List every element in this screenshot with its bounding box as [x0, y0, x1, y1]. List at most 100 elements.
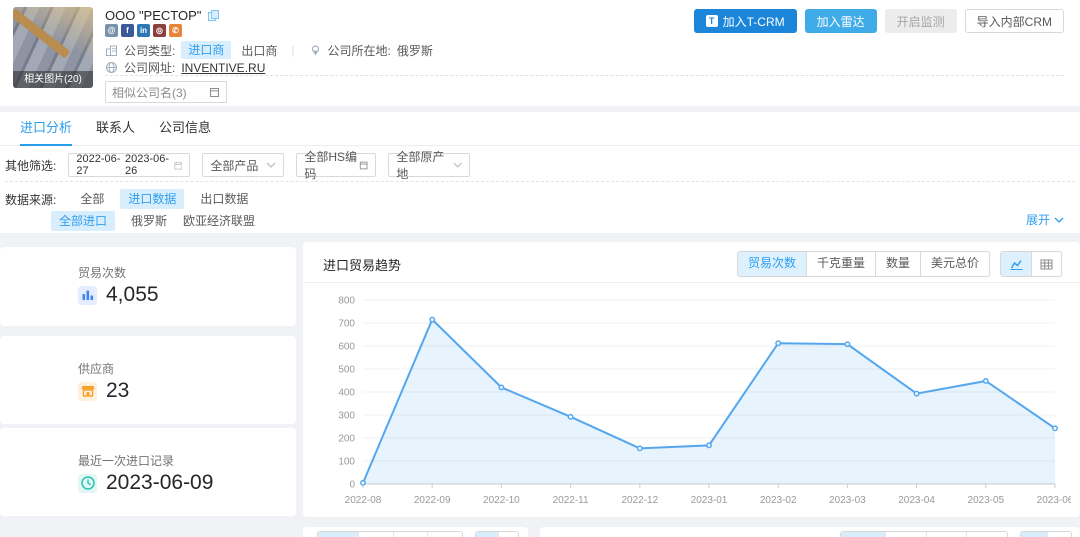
company-name: OOO "PECTOP" [105, 8, 220, 23]
partial-card-right [540, 527, 1080, 537]
import-region-options: 全部进口俄罗斯欧亚经济联盟 [51, 211, 255, 231]
stat-value: 4,055 [106, 283, 159, 307]
svg-text:2022-08: 2022-08 [345, 495, 382, 506]
svg-text:100: 100 [338, 457, 355, 468]
chevron-down-icon [266, 162, 276, 168]
svg-text:2023-06: 2023-06 [1037, 495, 1071, 506]
svg-text:0: 0 [349, 480, 355, 491]
stat-label: 供应商 [78, 360, 114, 377]
phone-icon[interactable]: ✆ [169, 24, 182, 37]
company-photo[interactable]: 相关图片(20) [13, 7, 93, 88]
action-button-3[interactable]: 开启监测 [885, 9, 957, 33]
svg-text:2023-05: 2023-05 [967, 495, 1004, 506]
origin-select[interactable]: 全部原产地 [388, 153, 470, 177]
location-icon [309, 44, 322, 57]
location-value: 俄罗斯 [397, 42, 433, 59]
similar-companies-select[interactable]: 相似公司名(3) [105, 81, 227, 103]
source-option[interactable]: 进口数据 [120, 189, 184, 209]
hs-code-select[interactable]: 全部HS编码 [296, 153, 376, 177]
date-range-picker[interactable]: 2022-06-27 2023-06-26 [68, 153, 190, 177]
tab-公司信息[interactable]: 公司信息 [159, 112, 211, 146]
data-source-row: 数据来源: 全部进口数据出口数据 [5, 189, 248, 209]
partial-view-group[interactable] [475, 531, 519, 537]
company-type-label: 公司类型: [124, 42, 175, 59]
svg-text:2023-01: 2023-01 [691, 495, 728, 506]
trend-line-chart[interactable]: 01002003004005006007008002022-082022-092… [311, 288, 1071, 513]
svg-text:2022-09: 2022-09 [414, 495, 451, 506]
svg-text:300: 300 [338, 411, 355, 422]
company-info-row: 公司类型: 进口商出口商 | 公司所在地: 俄罗斯 [105, 41, 433, 59]
tab-进口分析[interactable]: 进口分析 [20, 112, 72, 146]
chevron-down-icon [453, 162, 462, 168]
metric-button-数量[interactable]: 数量 [875, 252, 920, 276]
region-option[interactable]: 俄罗斯 [131, 211, 167, 231]
tcrm-icon: T [706, 15, 718, 27]
stat-card-3: 最近一次进口记录 2023-06-09 [0, 428, 296, 516]
source-option[interactable]: 出口数据 [200, 189, 248, 209]
import-trend-card: 进口贸易趋势 贸易次数千克重量数量美元总价 010020030040050060… [303, 242, 1080, 517]
svg-text:600: 600 [338, 342, 355, 353]
view-toggle-group [1000, 251, 1062, 277]
svg-text:2023-03: 2023-03 [829, 495, 866, 506]
action-button-1[interactable]: T加入T-CRM [694, 9, 797, 33]
svg-text:2023-02: 2023-02 [760, 495, 797, 506]
tab-bar: 进口分析联系人公司信息 [0, 112, 1080, 146]
stat-label: 最近一次进口记录 [78, 452, 174, 469]
metric-button-贸易次数[interactable]: 贸易次数 [738, 252, 806, 276]
email-icon[interactable]: @ [105, 24, 118, 37]
expand-link[interactable]: 展开 [1026, 211, 1064, 228]
date-start: 2022-06-27 [76, 153, 121, 177]
svg-text:800: 800 [338, 296, 355, 307]
calendar-icon [174, 160, 183, 171]
partial-toggle-group[interactable] [840, 531, 1008, 537]
header-action-buttons: T加入T-CRM 加入雷达开启监测导入内部CRM [694, 9, 1064, 33]
metric-button-美元总价[interactable]: 美元总价 [920, 252, 989, 276]
date-end: 2023-06-26 [125, 153, 170, 177]
product-select[interactable]: 全部产品 [202, 153, 284, 177]
svg-text:500: 500 [338, 365, 355, 376]
clock-icon [78, 474, 97, 493]
header-divider [105, 75, 1064, 76]
metric-button-千克重量[interactable]: 千克重量 [806, 252, 875, 276]
svg-text:2022-11: 2022-11 [553, 495, 589, 506]
stat-card-2: 供应商 23 [0, 336, 296, 424]
filter-label: 其他筛选: [5, 157, 56, 174]
partial-view-group[interactable] [1020, 531, 1072, 537]
partial-toggle-group[interactable] [317, 531, 463, 537]
company-type-tag: 进口商 [181, 41, 231, 59]
source-option[interactable]: 全部 [80, 189, 104, 209]
instagram-icon[interactable]: ◎ [153, 24, 166, 37]
region-option[interactable]: 全部进口 [51, 211, 115, 231]
company-type-tags: 进口商出口商 [181, 41, 277, 59]
svg-text:2022-12: 2022-12 [621, 495, 658, 506]
chart-header-divider [303, 282, 1080, 283]
stat-value-row: 4,055 [78, 283, 159, 307]
stat-label: 贸易次数 [78, 264, 126, 281]
chart-title: 进口贸易趋势 [323, 255, 401, 274]
svg-text:400: 400 [338, 388, 355, 399]
line-chart-icon[interactable] [1001, 252, 1031, 276]
tab-联系人[interactable]: 联系人 [96, 112, 135, 146]
chart-controls: 贸易次数千克重量数量美元总价 [737, 251, 1062, 277]
svg-text:2022-10: 2022-10 [483, 495, 520, 506]
social-icons: @fin◎✆ [105, 24, 182, 37]
region-option[interactable]: 欧亚经济联盟 [183, 211, 255, 231]
action-button-2[interactable]: 加入雷达 [805, 9, 877, 33]
stat-value: 2023-06-09 [106, 471, 213, 495]
table-icon[interactable] [1031, 252, 1061, 276]
stat-value-row: 2023-06-09 [78, 471, 213, 495]
company-header: 相关图片(20) OOO "PECTOP" @fin◎✆ 公司类型: 进口商出口… [0, 0, 1080, 106]
building-icon [105, 44, 118, 57]
svg-text:700: 700 [338, 319, 355, 330]
stat-card-1: 贸易次数 4,055 [0, 247, 296, 326]
metric-toggle-group: 贸易次数千克重量数量美元总价 [737, 251, 990, 277]
linkedin-icon[interactable]: in [137, 24, 150, 37]
copy-icon[interactable] [207, 9, 220, 22]
stat-value: 23 [106, 379, 129, 403]
action-button-4[interactable]: 导入内部CRM [965, 9, 1064, 33]
globe-icon [105, 61, 118, 74]
related-images-label: 相关图片(20) [13, 71, 93, 88]
location-label: 公司所在地: [328, 42, 391, 59]
facebook-icon[interactable]: f [121, 24, 134, 37]
website-link[interactable]: INVENTIVE.RU [181, 61, 265, 75]
